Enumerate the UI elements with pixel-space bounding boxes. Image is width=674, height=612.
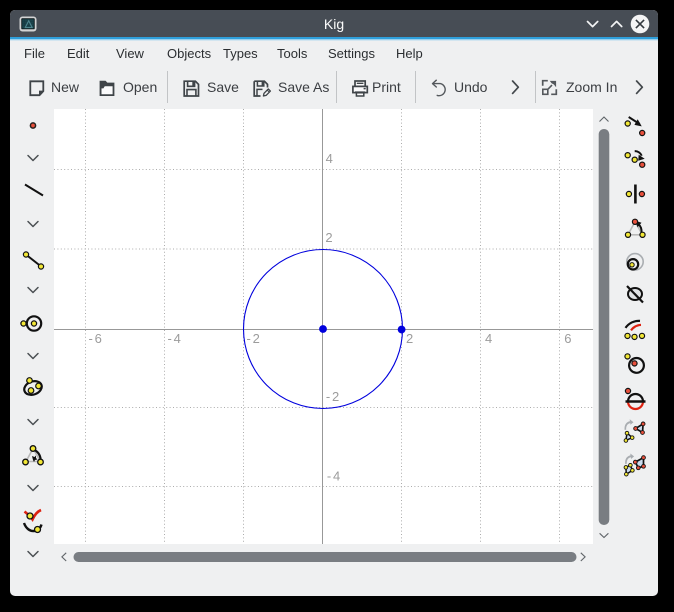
svg-text:-4: -4 xyxy=(327,469,340,484)
svg-text:-2: -2 xyxy=(326,389,339,404)
svg-text:-2: -2 xyxy=(247,331,260,346)
svg-text:-6: -6 xyxy=(89,331,102,346)
svg-text:6: 6 xyxy=(564,331,571,346)
svg-text:-4: -4 xyxy=(168,331,181,346)
svg-text:2: 2 xyxy=(406,331,413,346)
svg-text:2: 2 xyxy=(325,230,332,245)
svg-text:4: 4 xyxy=(326,151,333,166)
svg-text:4: 4 xyxy=(485,331,492,346)
